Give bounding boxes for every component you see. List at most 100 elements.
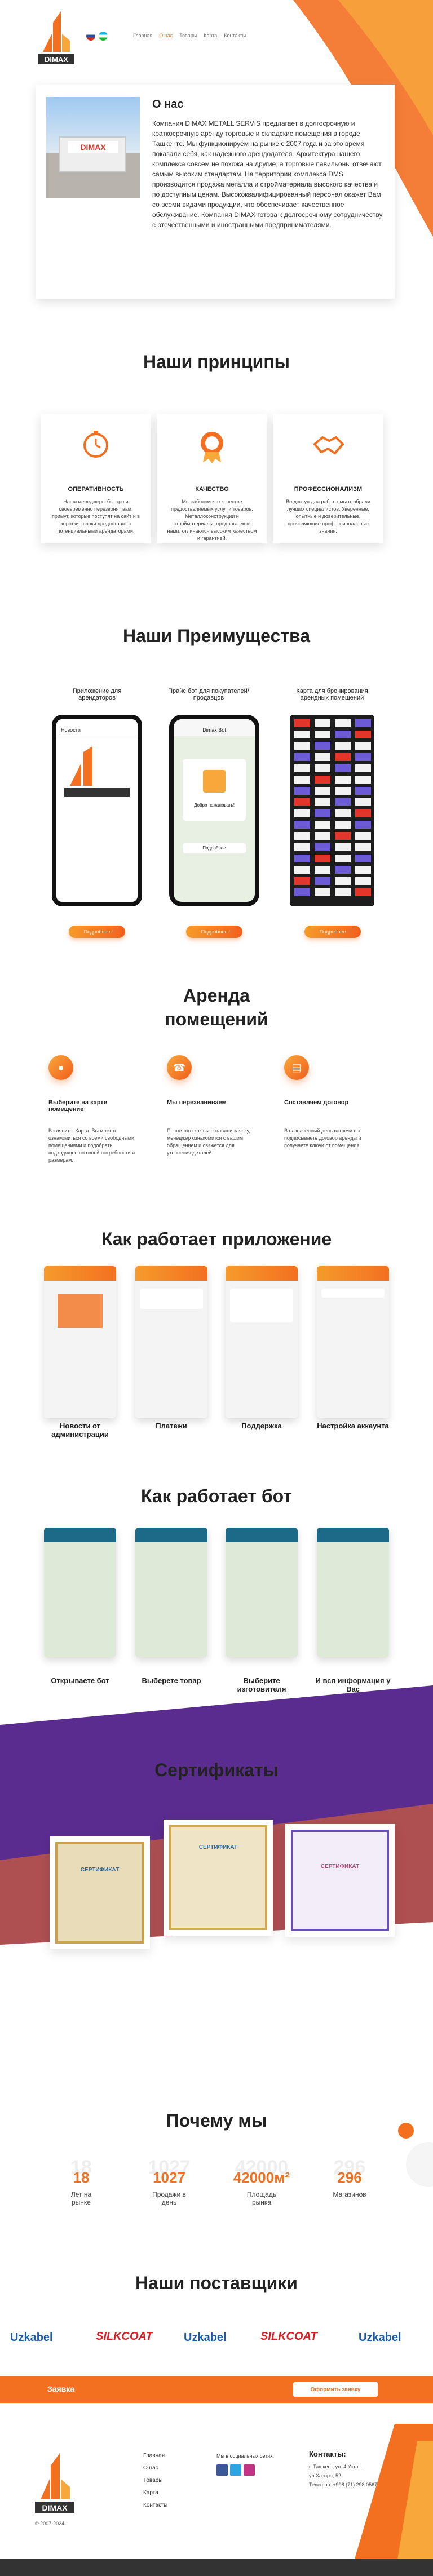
request-button[interactable]: Оформить заявку	[293, 2382, 378, 2397]
supplier-logo: Uzkabel	[359, 2331, 401, 2344]
nav-item-contacts[interactable]: Контакты	[224, 33, 246, 38]
nav-item-map[interactable]: Карта	[204, 33, 217, 38]
map-cell[interactable]	[294, 798, 310, 806]
nav-item-about[interactable]: О нас	[159, 33, 173, 38]
map-cell[interactable]	[294, 764, 310, 772]
map-cell[interactable]	[355, 719, 371, 727]
map-cell[interactable]	[335, 742, 351, 750]
map-cell[interactable]	[315, 719, 330, 727]
map-cell[interactable]	[315, 855, 330, 862]
map-cell[interactable]	[335, 798, 351, 806]
map-cell[interactable]	[315, 877, 330, 885]
map-cell[interactable]	[315, 821, 330, 829]
rental-map[interactable]	[290, 715, 374, 906]
map-cell[interactable]	[294, 888, 310, 896]
language-switcher[interactable]	[86, 32, 108, 41]
map-cell[interactable]	[335, 719, 351, 727]
footer-link[interactable]: Товары	[143, 2475, 167, 2487]
map-cell[interactable]	[355, 843, 371, 851]
map-cell[interactable]	[355, 764, 371, 772]
map-cell[interactable]	[355, 753, 371, 761]
advantage-more-button[interactable]: Подробнее	[69, 926, 125, 938]
footer-link[interactable]: Карта	[143, 2487, 167, 2499]
map-cell[interactable]	[355, 888, 371, 896]
map-cell[interactable]	[294, 809, 310, 817]
map-cell[interactable]	[335, 764, 351, 772]
map-cell[interactable]	[335, 731, 351, 738]
map-cell[interactable]	[315, 832, 330, 840]
map-cell[interactable]	[335, 821, 351, 829]
app-screen-support	[226, 1266, 298, 1418]
principle-title: ОПЕРАТИВНОСТЬ	[68, 486, 124, 493]
map-cell[interactable]	[355, 866, 371, 874]
advantage-more-button[interactable]: Подробнее	[304, 926, 361, 938]
map-cell[interactable]	[335, 866, 351, 874]
facebook-icon[interactable]	[216, 2464, 228, 2476]
map-cell[interactable]	[335, 877, 351, 885]
map-cell[interactable]	[294, 719, 310, 727]
map-cell[interactable]	[294, 821, 310, 829]
map-cell[interactable]	[315, 764, 330, 772]
flag-ru-icon[interactable]	[86, 32, 95, 41]
map-cell[interactable]	[315, 742, 330, 750]
map-cell[interactable]	[335, 843, 351, 851]
map-cell[interactable]	[355, 832, 371, 840]
logo[interactable]: DIMAX	[38, 11, 74, 68]
map-cell[interactable]	[294, 855, 310, 862]
map-cell[interactable]	[355, 798, 371, 806]
footer-link[interactable]: Контакты	[143, 2499, 167, 2512]
map-cell[interactable]	[294, 731, 310, 738]
map-cell[interactable]	[335, 787, 351, 795]
footer-link[interactable]: Главная	[143, 2450, 167, 2462]
footer-link[interactable]: О нас	[143, 2462, 167, 2475]
map-cell[interactable]	[294, 776, 310, 784]
map-cell[interactable]	[315, 888, 330, 896]
map-cell[interactable]	[335, 888, 351, 896]
map-cell[interactable]	[335, 855, 351, 862]
nav-item-products[interactable]: Товары	[179, 33, 197, 38]
map-cell[interactable]	[315, 809, 330, 817]
map-cell[interactable]	[355, 821, 371, 829]
map-cell[interactable]	[315, 753, 330, 761]
map-cell[interactable]	[315, 776, 330, 784]
map-cell[interactable]	[335, 753, 351, 761]
telegram-icon[interactable]	[230, 2464, 241, 2476]
map-cell[interactable]	[355, 787, 371, 795]
footer-logo[interactable]: DIMAX	[35, 2453, 74, 2518]
certificate-card-3[interactable]: СЕРТИФИКАТ	[285, 1824, 395, 1937]
how-app-title: Как работает приложение	[101, 1229, 332, 1249]
map-cell[interactable]	[294, 753, 310, 761]
flag-uz-icon[interactable]	[99, 32, 108, 41]
map-cell[interactable]	[355, 742, 371, 750]
map-cell[interactable]	[315, 731, 330, 738]
nav-item-home[interactable]: Главная	[133, 33, 152, 38]
advantage-more-button[interactable]: Подробнее	[186, 926, 242, 938]
map-cell[interactable]	[294, 843, 310, 851]
map-cell[interactable]	[355, 776, 371, 784]
map-cell[interactable]	[355, 877, 371, 885]
certificate-card-2[interactable]: СЕРТИФИКАТ	[164, 1820, 273, 1936]
contact-phone[interactable]: Телефон: +998 (71) 298 0567	[309, 2480, 377, 2489]
map-cell[interactable]	[294, 877, 310, 885]
map-cell[interactable]	[335, 809, 351, 817]
map-cell[interactable]	[335, 776, 351, 784]
stat-value: 18	[73, 2169, 90, 2186]
map-cell[interactable]	[294, 742, 310, 750]
map-cell[interactable]	[294, 866, 310, 874]
map-cell[interactable]	[335, 832, 351, 840]
bot-inline-button[interactable]: Подробнее	[183, 843, 246, 853]
instagram-icon[interactable]	[244, 2464, 255, 2476]
bot-screen-product	[135, 1528, 207, 1657]
map-cell[interactable]	[315, 787, 330, 795]
certificate-card-1[interactable]: СЕРТИФИКАТ	[50, 1836, 150, 1949]
map-cell[interactable]	[315, 843, 330, 851]
map-cell[interactable]	[315, 798, 330, 806]
map-cell[interactable]	[294, 832, 310, 840]
map-cell[interactable]	[355, 731, 371, 738]
supplier-logo: SILKCOAT	[260, 2330, 317, 2343]
map-cell[interactable]	[294, 787, 310, 795]
map-cell[interactable]	[315, 866, 330, 874]
advantage-caption: Приложение для арендаторов	[72, 688, 122, 701]
map-cell[interactable]	[355, 855, 371, 862]
map-cell[interactable]	[355, 809, 371, 817]
